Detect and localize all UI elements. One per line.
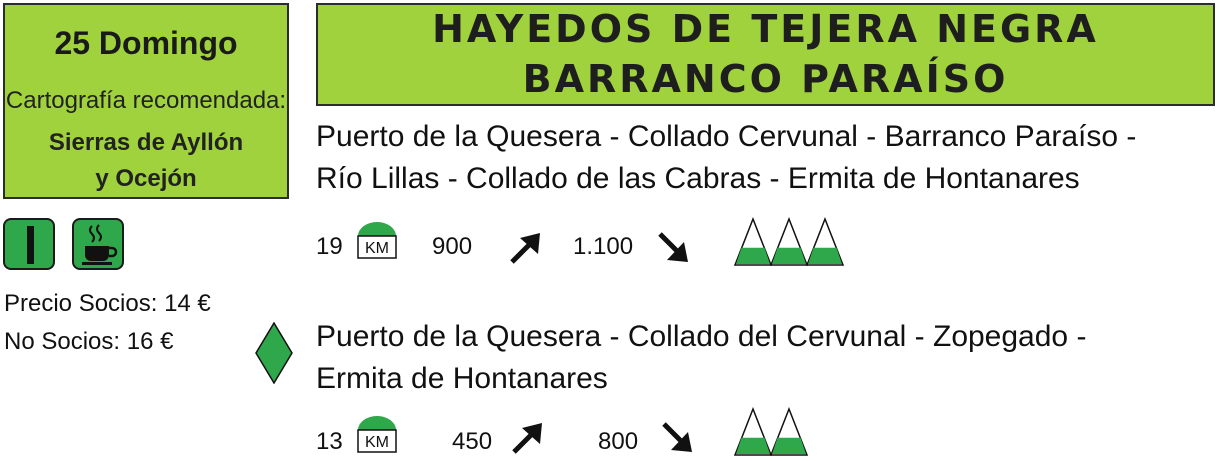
mountain-group (733, 406, 809, 456)
route-description-1: Puerto de la Quesera - Collado Cervunal … (316, 116, 1216, 200)
km-label: KM (365, 434, 389, 451)
mountain-icon (769, 406, 809, 456)
event-info-box: 25 Domingo Cartografía recomendada: Sier… (3, 3, 289, 199)
route-2-ascent: 450 (452, 428, 493, 455)
cartography-map-line1: Sierras de Ayllón (48, 129, 244, 156)
km-label: KM (365, 240, 389, 257)
level-bar-icon (3, 218, 55, 270)
cartography-map: Sierras de Ayllón y Ocejón (5, 125, 287, 197)
route-2-line-1: Puerto de la Quesera - Collado del Cervu… (316, 320, 1087, 353)
descent-arrow-icon (660, 420, 696, 458)
ascent-arrow-icon (510, 420, 546, 458)
ascent-arrow-icon (508, 230, 544, 268)
price-non-members: No Socios: 16 € (4, 328, 174, 355)
mountain-icon (733, 216, 773, 266)
route-description-2: Puerto de la Quesera - Collado del Cervu… (316, 316, 1216, 400)
price-members: Precio Socios: 14 € (4, 290, 211, 317)
route-1-distance: 19 (316, 233, 343, 260)
coffee-cup-icon (72, 218, 124, 270)
route-1-ascent: 900 (432, 233, 473, 260)
route-2-distance: 13 (316, 428, 343, 455)
green-diamond-icon (255, 321, 293, 388)
difficulty-mountains-2 (733, 406, 809, 461)
route-1-line-2: Río Lillas - Collado de las Cabras - Erm… (316, 162, 1080, 195)
route-1-descent: 1.100 (573, 233, 634, 260)
route-2-descent: 800 (598, 428, 639, 455)
cartography-map-line2: y Ocejón (95, 165, 197, 192)
event-date: 25 Domingo (54, 25, 238, 61)
km-icon: KM (356, 414, 398, 458)
route-1-line-1: Puerto de la Quesera - Collado Cervunal … (316, 120, 1137, 153)
title-box: HAYEDOS DE TEJERA NEGRA BARRANCO PARAÍSO (316, 3, 1215, 106)
km-icon: KM (356, 220, 398, 264)
title-line-1: HAYEDOS DE TEJERA NEGRA (432, 7, 1099, 51)
cartography-label: Cartografía recomendada: (5, 87, 287, 114)
descent-arrow-icon (656, 230, 692, 268)
difficulty-mountains-1 (733, 216, 845, 271)
route-2-line-2: Ermita de Hontanares (316, 362, 608, 395)
title-line-2: BARRANCO PARAÍSO (522, 57, 1009, 101)
mountain-icon (805, 216, 845, 266)
mountain-group (733, 216, 845, 266)
mountain-icon (733, 406, 773, 456)
mountain-icon (769, 216, 809, 266)
